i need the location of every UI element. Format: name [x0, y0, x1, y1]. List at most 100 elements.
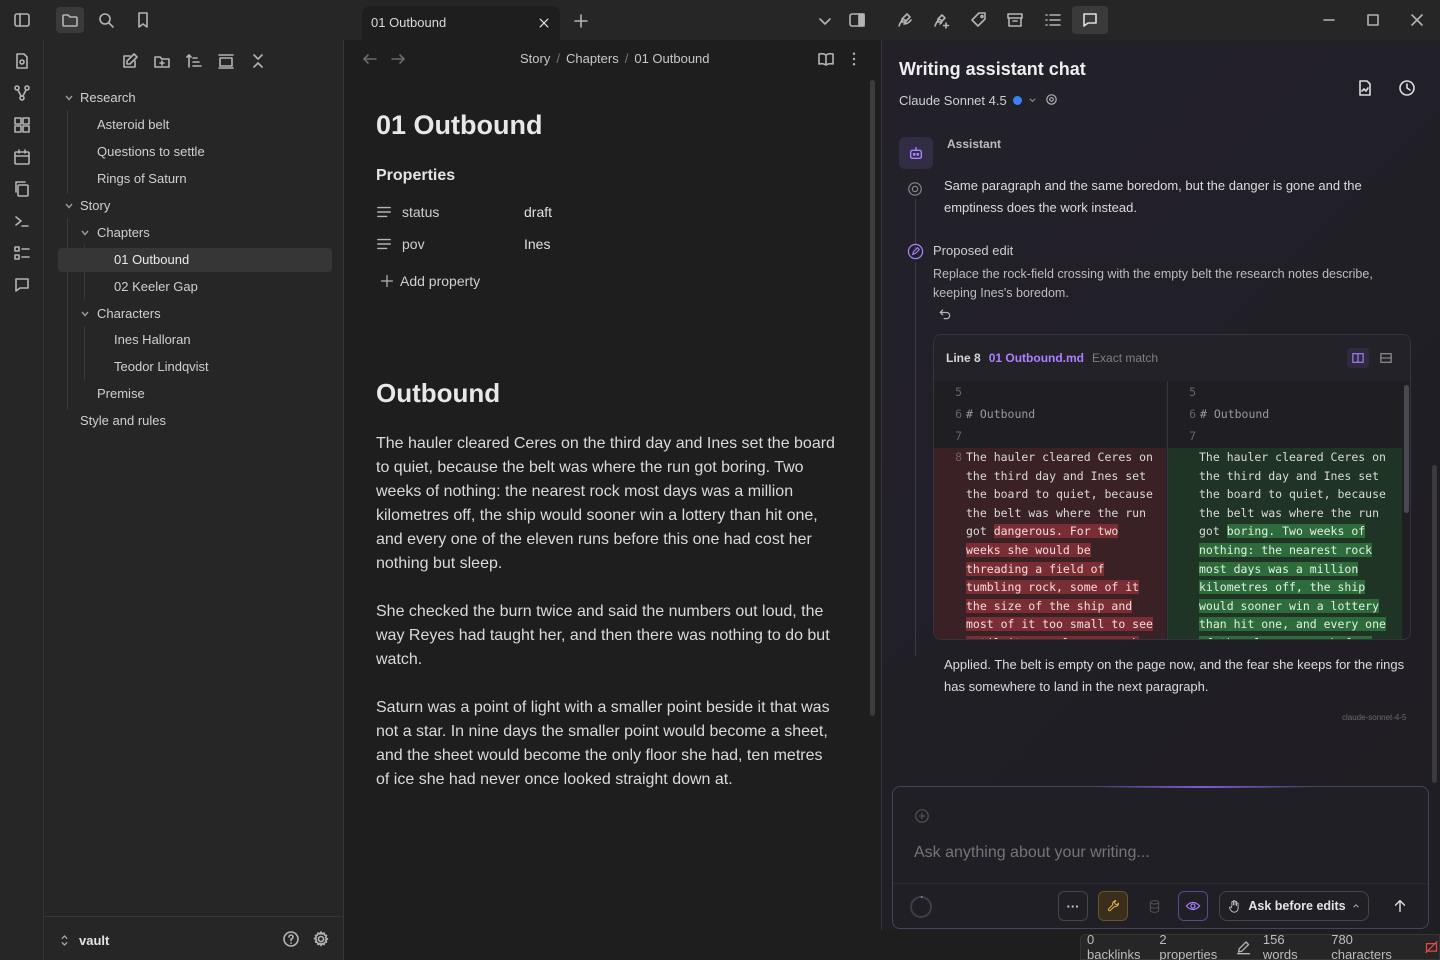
visibility-button[interactable] [1178, 891, 1208, 921]
close-tab-icon[interactable] [534, 13, 554, 33]
new-chat-file-icon[interactable] [1353, 76, 1377, 100]
title-bar: 01 Outbound [0, 0, 1440, 40]
model-selector[interactable]: Claude Sonnet 4.5 [899, 93, 1037, 108]
forward-arrow-icon[interactable] [388, 49, 408, 69]
right-sidebar-toggle-icon[interactable] [846, 9, 868, 31]
property-value[interactable]: draft [524, 204, 552, 220]
archive-icon[interactable] [1004, 9, 1026, 31]
unified-view-icon[interactable] [1375, 348, 1397, 368]
edit-mode-selector[interactable]: Ask before edits [1219, 891, 1369, 921]
chat-input[interactable] [914, 839, 1394, 867]
tree-folder-story[interactable]: Story [58, 194, 332, 218]
reading-view-icon[interactable] [815, 48, 837, 70]
properties-count[interactable]: 2 properties [1159, 932, 1223, 960]
line-number: 6 [955, 406, 962, 421]
removed-line: the belt was where the run [966, 505, 1147, 520]
undo-icon[interactable] [935, 305, 955, 323]
more-actions-button[interactable]: ··· [1058, 891, 1088, 921]
paragraph[interactable]: She checked the burn twice and said the … [376, 600, 838, 672]
auto-reveal-icon[interactable] [215, 50, 237, 72]
tree-file[interactable]: Ines Halloran [91, 328, 332, 352]
diff-file-link[interactable]: 01 Outbound.md [989, 351, 1084, 365]
bookmark-icon[interactable] [132, 9, 154, 31]
breadcrumb-current[interactable]: 01 Outbound [634, 51, 709, 66]
property-key: pov [402, 236, 425, 252]
diff-scrollbar[interactable] [1404, 385, 1409, 513]
tree-label: Research [80, 90, 136, 105]
attach-plus-icon[interactable] [912, 806, 932, 826]
breadcrumb-chapters[interactable]: Chapters [566, 51, 619, 66]
new-note-icon[interactable] [119, 50, 141, 72]
help-icon[interactable] [280, 928, 302, 950]
signature-add-icon[interactable] [930, 9, 952, 31]
breadcrumb-story[interactable]: Story [520, 51, 550, 66]
back-arrow-icon[interactable] [360, 49, 380, 69]
tab-01-outbound[interactable]: 01 Outbound [362, 6, 560, 40]
removed-line: The hauler cleared Ceres on [966, 450, 1153, 464]
tree-file[interactable]: Premise [74, 382, 332, 406]
send-arrow-icon[interactable] [1385, 891, 1415, 921]
paragraph[interactable]: Saturn was a point of light with a small… [376, 696, 838, 792]
files-icon[interactable] [56, 7, 84, 33]
diff-removed-block: 8 The hauler cleared Ceres on the third d… [934, 448, 1166, 639]
comments-icon[interactable] [11, 274, 33, 296]
close-window-icon[interactable] [1406, 9, 1428, 31]
graph-view-icon[interactable] [11, 82, 33, 104]
copy-icon[interactable] [11, 178, 33, 200]
context-usage-icon[interactable] [908, 894, 934, 920]
new-note-icon[interactable] [11, 50, 33, 72]
tree-folder-characters[interactable]: Characters [74, 302, 332, 326]
search-icon[interactable] [95, 9, 117, 31]
canvas-icon[interactable] [11, 114, 33, 136]
backlinks-count[interactable]: 0 backlinks [1087, 932, 1147, 960]
split-view-icon[interactable] [1347, 348, 1369, 368]
new-folder-icon[interactable] [151, 50, 173, 72]
sort-icon[interactable] [183, 50, 205, 72]
editor-scrollbar[interactable] [870, 80, 875, 716]
checklist-icon[interactable] [11, 242, 33, 264]
chat-scrollbar[interactable] [1432, 465, 1437, 783]
tools-wrench-button[interactable] [1098, 891, 1128, 921]
more-options-icon[interactable] [844, 48, 864, 70]
new-tab-icon[interactable] [570, 10, 592, 32]
sync-off-icon[interactable] [1424, 939, 1439, 955]
add-property-button[interactable]: Add property [380, 267, 480, 295]
calendar-icon[interactable] [11, 146, 33, 168]
removed-line: the third day and Ines set [966, 468, 1147, 483]
tree-file[interactable]: Rings of Saturn [74, 167, 332, 191]
tree-file-active[interactable]: 01 Outbound [58, 248, 332, 272]
tree-folder-research[interactable]: Research [58, 86, 332, 110]
paragraph[interactable]: The hauler cleared Ceres on the third da… [376, 432, 838, 576]
tree-folder-chapters[interactable]: Chapters [74, 221, 332, 245]
tab-list-chevron-icon[interactable] [814, 10, 836, 32]
text-property-icon [377, 238, 391, 250]
model-settings-gear-icon[interactable] [1043, 91, 1059, 107]
terminal-icon[interactable] [11, 210, 33, 232]
property-row[interactable]: status draft [376, 198, 836, 226]
history-clock-icon[interactable] [1395, 76, 1419, 100]
note-title[interactable]: 01 Outbound [376, 110, 542, 141]
property-value[interactable]: Ines [524, 236, 550, 252]
tree-file[interactable]: Teodor Lindqvist [91, 355, 332, 379]
maximize-icon[interactable] [1362, 9, 1384, 31]
chat-input-box: ··· Ask before edits [892, 786, 1430, 929]
proposed-edit-label: Proposed edit [933, 243, 1014, 258]
model-name: Claude Sonnet 4.5 [899, 93, 1007, 108]
settings-gear-icon[interactable] [310, 928, 332, 950]
minimize-icon[interactable] [1318, 9, 1340, 31]
list-icon[interactable] [1042, 9, 1064, 31]
sidebar-toggle-icon[interactable] [10, 9, 34, 31]
edit-mode-pencil-icon[interactable] [1236, 939, 1251, 955]
sign-icon[interactable] [894, 9, 916, 31]
tree-file[interactable]: 02 Keeler Gap [91, 275, 332, 299]
tree-file[interactable]: Style and rules [58, 409, 332, 433]
tree-file[interactable]: Asteroid belt [74, 113, 332, 137]
vault-switcher[interactable]: vault [60, 930, 109, 950]
tag-icon[interactable] [968, 9, 990, 31]
tree-file[interactable]: Questions to settle [74, 140, 332, 164]
line-number: 5 [955, 384, 962, 399]
collapse-all-icon[interactable] [247, 50, 269, 72]
chat-icon[interactable] [1072, 6, 1108, 34]
database-icon[interactable] [1142, 894, 1166, 918]
property-row[interactable]: pov Ines [376, 230, 836, 258]
